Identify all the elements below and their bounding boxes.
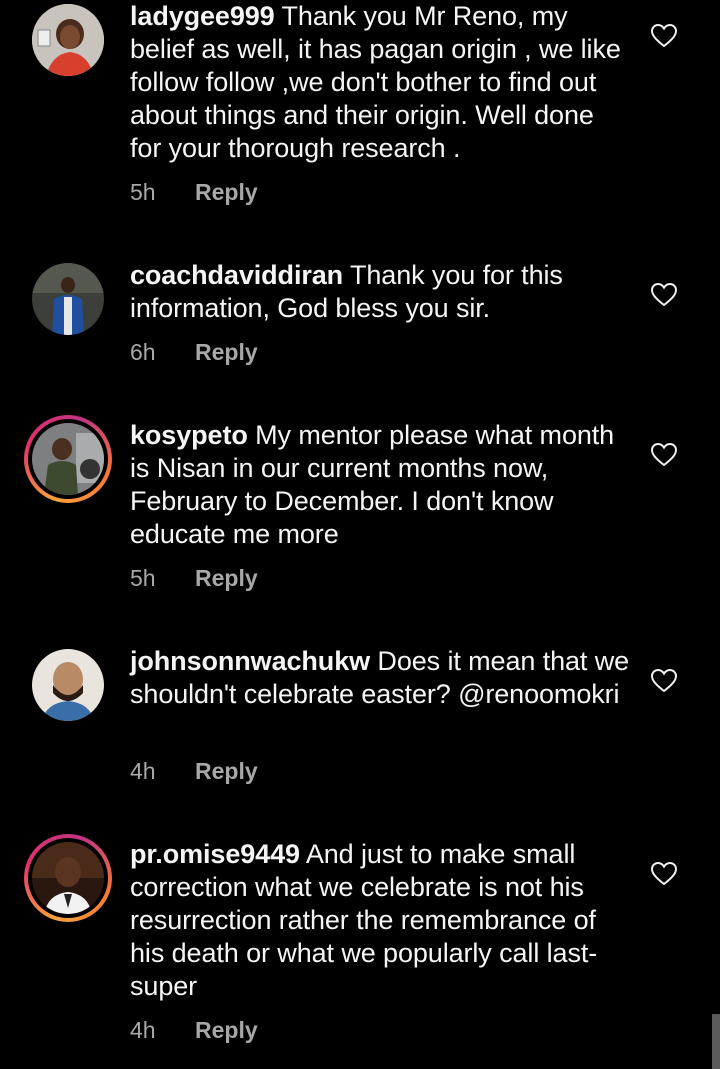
comment-meta: 4h Reply [130, 757, 258, 785]
avatar-story-ring[interactable] [24, 834, 112, 922]
comment-timestamp: 4h [130, 1017, 156, 1043]
reply-button[interactable]: Reply [195, 565, 258, 591]
reply-button[interactable]: Reply [195, 339, 258, 365]
comment-text: ladygee999 Thank you Mr Reno, my belief … [130, 0, 630, 165]
avatar-photo [32, 4, 104, 76]
comment-username[interactable]: ladygee999 [130, 1, 275, 31]
heart-icon[interactable] [651, 862, 677, 886]
avatar-photo [32, 649, 104, 721]
comment-timestamp: 4h [130, 758, 156, 784]
heart-icon[interactable] [651, 443, 677, 467]
avatar-photo [32, 263, 104, 335]
scrollbar[interactable] [712, 1014, 720, 1069]
comment-meta: 5h Reply [130, 564, 258, 592]
heart-icon[interactable] [651, 283, 677, 307]
reply-button[interactable]: Reply [195, 1017, 258, 1043]
comment-username[interactable]: coachdaviddiran [130, 260, 343, 290]
comment-timestamp: 5h [130, 565, 156, 591]
comment-meta: 4h Reply [130, 1016, 258, 1044]
comment-username[interactable]: pr.omise9449 [130, 839, 300, 869]
reply-button[interactable]: Reply [195, 758, 258, 784]
comment-timestamp: 6h [130, 339, 156, 365]
comment-meta: 5h Reply [130, 178, 258, 206]
comment-text: pr.omise9449 And just to make small corr… [130, 838, 630, 1003]
avatar-story-ring[interactable] [24, 415, 112, 503]
heart-icon[interactable] [651, 24, 677, 48]
avatar [28, 838, 108, 918]
reply-button[interactable]: Reply [195, 179, 258, 205]
comment-text: coachdaviddiran Thank you for this infor… [130, 259, 630, 325]
comment-username[interactable]: johnsonnwachukw [130, 646, 370, 676]
comment-timestamp: 5h [130, 179, 156, 205]
avatar-photo [32, 423, 104, 495]
avatar[interactable] [32, 649, 104, 721]
comment-meta: 6h Reply [130, 338, 258, 366]
avatar-photo [32, 842, 104, 914]
avatar[interactable] [32, 4, 104, 76]
avatar [28, 419, 108, 499]
comment-text: johnsonnwachukw Does it mean that we sho… [130, 645, 630, 711]
comment-text: kosypeto My mentor please what month is … [130, 419, 630, 551]
comment-username[interactable]: kosypeto [130, 420, 248, 450]
avatar[interactable] [32, 263, 104, 335]
heart-icon[interactable] [651, 669, 677, 693]
